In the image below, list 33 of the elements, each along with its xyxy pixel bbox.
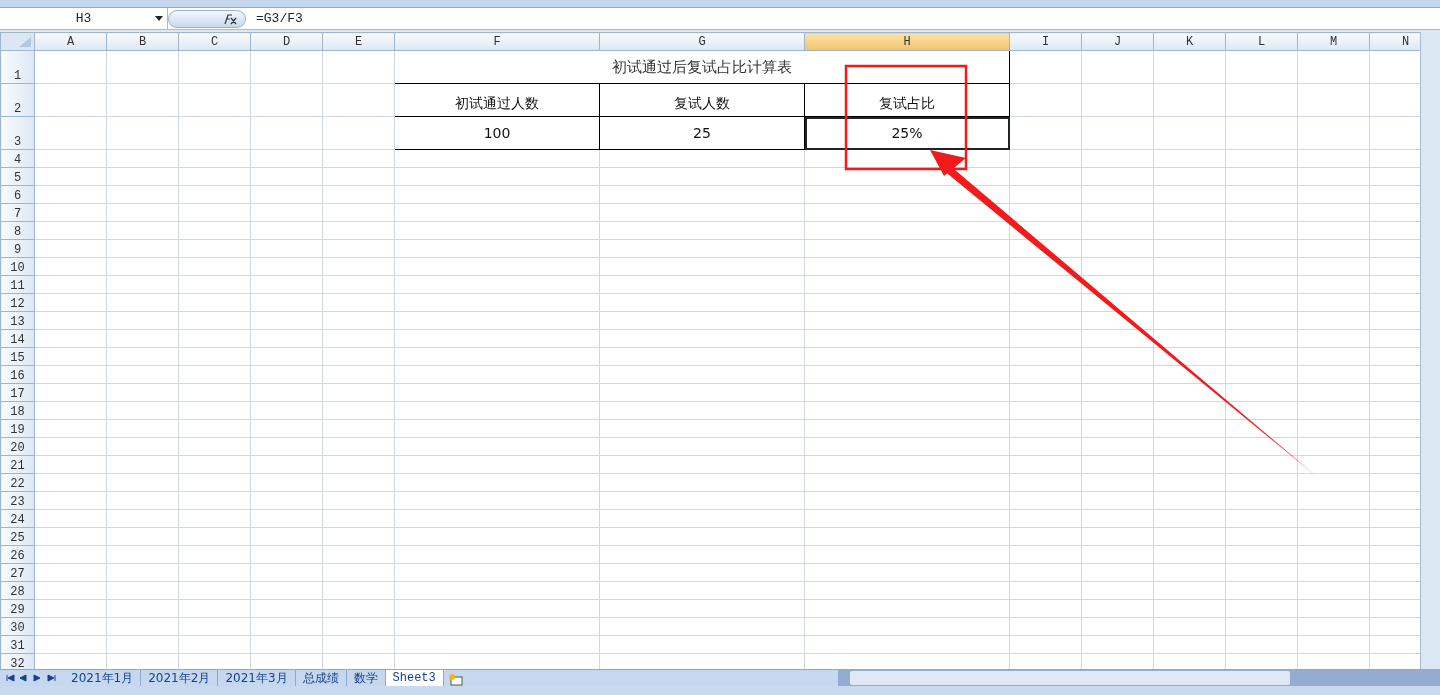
row-header[interactable]: 3 — [0, 116, 35, 150]
column-header[interactable]: B — [106, 32, 179, 51]
formula-field[interactable]: =G3/F3 — [246, 8, 1440, 29]
column-header[interactable]: J — [1081, 32, 1154, 51]
column-header[interactable]: F — [394, 32, 600, 51]
name-box[interactable]: H3 — [0, 8, 168, 29]
table-header: 复试占比 — [804, 83, 1010, 117]
column-header[interactable]: M — [1297, 32, 1370, 51]
dropdown-caret-icon — [155, 16, 163, 21]
fx-icon — [223, 12, 237, 25]
table-cell[interactable]: 25% — [804, 116, 1010, 150]
row-header[interactable]: 1 — [0, 50, 35, 84]
cell-reference: H3 — [75, 9, 92, 28]
insert-function-button[interactable] — [168, 9, 246, 28]
column-header[interactable]: L — [1225, 32, 1298, 51]
column-header[interactable]: A — [34, 32, 107, 51]
table-title: 初试通过后复试占比计算表 — [394, 50, 1010, 84]
column-header[interactable]: I — [1009, 32, 1082, 51]
column-header[interactable]: E — [322, 32, 395, 51]
table-header: 初试通过人数 — [394, 83, 600, 117]
row-header[interactable]: 2 — [0, 83, 35, 117]
column-header[interactable]: H — [804, 32, 1010, 51]
horizontal-scrollbar[interactable] — [837, 670, 1440, 686]
column-header[interactable]: C — [178, 32, 251, 51]
column-header[interactable]: N — [1369, 32, 1420, 51]
column-header[interactable]: K — [1153, 32, 1226, 51]
table-cell[interactable]: 25 — [599, 116, 805, 150]
table-header: 复试人数 — [599, 83, 805, 117]
sheet-tab[interactable]: Sheet3 — [385, 670, 444, 686]
table-cell[interactable]: 100 — [394, 116, 600, 150]
column-header[interactable]: D — [250, 32, 323, 51]
vertical-scrollbar[interactable] — [1420, 32, 1440, 669]
column-header[interactable]: G — [599, 32, 805, 51]
